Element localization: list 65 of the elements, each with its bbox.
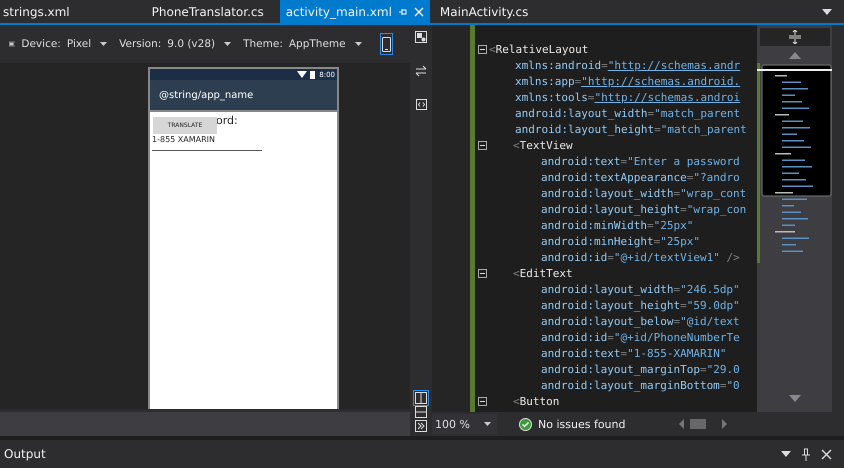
app-title: @string/app_name — [159, 90, 254, 100]
code-line: android:minHeight="25px" — [541, 234, 700, 248]
code-line: xmlns:android="http://schemas.andr — [515, 58, 740, 72]
code-line: android:layout_marginTop="29.0 — [541, 362, 740, 376]
code-line: android:layout_below="@id/text — [541, 314, 740, 328]
file-tab[interactable]: MainActivity.cs — [434, 0, 534, 23]
collapse-icon[interactable] — [478, 140, 486, 150]
dropdown-caret-icon[interactable] — [781, 451, 791, 457]
caret-icon[interactable] — [354, 42, 362, 46]
code-line: android:layout_height="match_parent — [515, 122, 747, 136]
code-line: android:textAppearance="?andro — [541, 170, 740, 184]
zoom-dropdown[interactable]: 100 % — [432, 414, 497, 434]
collapse-icon[interactable] — [478, 44, 486, 54]
close-icon[interactable] — [821, 448, 832, 460]
code-line: <TextView — [513, 138, 573, 152]
collapse-icon[interactable] — [478, 396, 486, 406]
expand-icon[interactable] — [415, 420, 427, 432]
vertical-split-icon[interactable] — [415, 392, 427, 404]
code-line: android:layout_width="match_parent — [515, 106, 740, 120]
code-line: xmlns:tools="http://schemas.androi — [515, 90, 740, 104]
dropdown-caret-icon[interactable] — [822, 8, 832, 14]
code-line: android:minWidth="25px" — [541, 218, 694, 232]
file-tab[interactable]: strings.xml — [0, 0, 76, 23]
code-line: <RelativeLayout — [489, 42, 588, 56]
scroll-down-icon[interactable] — [788, 395, 800, 402]
phone-view-button[interactable] — [380, 33, 393, 55]
field-label: Theme: — [243, 38, 283, 50]
code-line: android:layout_height="59.0dp" — [541, 298, 740, 312]
pin-icon[interactable] — [801, 448, 811, 460]
code-line: <EditText — [513, 266, 573, 280]
design-view-icon[interactable] — [415, 31, 427, 43]
splitter-icon[interactable] — [760, 28, 830, 46]
panel-title: Output — [4, 447, 46, 461]
dropdown[interactable]: Pixel — [66, 38, 108, 50]
caret-icon[interactable] — [224, 42, 232, 46]
field-label: Device: — [21, 38, 61, 50]
device-icon[interactable] — [9, 39, 16, 49]
collapse-icon[interactable] — [478, 268, 486, 278]
code-line: android:text="Enter a password — [541, 154, 740, 168]
caret-icon[interactable] — [100, 42, 108, 46]
code-line: android:id="@+id/PhoneNumberTe — [541, 330, 740, 344]
caret-icon[interactable] — [484, 422, 491, 426]
field-label: Version: — [119, 38, 162, 50]
dropdown[interactable]: 9.0 (v28) — [167, 38, 232, 50]
check-icon — [519, 418, 532, 430]
file-tab[interactable]: PhoneTranslator.cs — [146, 0, 270, 23]
scroll-up-icon[interactable] — [788, 52, 800, 59]
horizontal-scrollbar[interactable] — [678, 418, 728, 430]
code-line: android:layout_marginBottom="0 — [541, 378, 740, 392]
code-line: android:layout_width="246.5dp" — [541, 282, 740, 296]
horizontal-scrollbar[interactable] — [0, 409, 410, 436]
dropdown[interactable]: AppTheme — [288, 38, 362, 50]
source-view-icon[interactable] — [416, 99, 426, 110]
swap-icon[interactable] — [415, 65, 427, 77]
phone-number-field[interactable]: 1-855 XAMARIN — [152, 134, 262, 151]
code-line: android:id="@+id/textView1" /> — [541, 250, 740, 264]
code-line: android:layout_height="wrap_con — [541, 202, 746, 216]
code-line: android:layout_width="wrap_cont — [541, 186, 746, 200]
horizontal-split-icon[interactable] — [415, 406, 427, 418]
code-line: <Button — [513, 394, 560, 408]
text-view: ord: — [216, 114, 238, 127]
issues-status: No issues found — [538, 418, 626, 430]
wifi-battery-icon — [297, 70, 318, 78]
code-line: xmlns:app="http://schemas.android. — [515, 74, 740, 88]
code-line: android:text="1-855-XAMARIN" — [541, 346, 726, 360]
